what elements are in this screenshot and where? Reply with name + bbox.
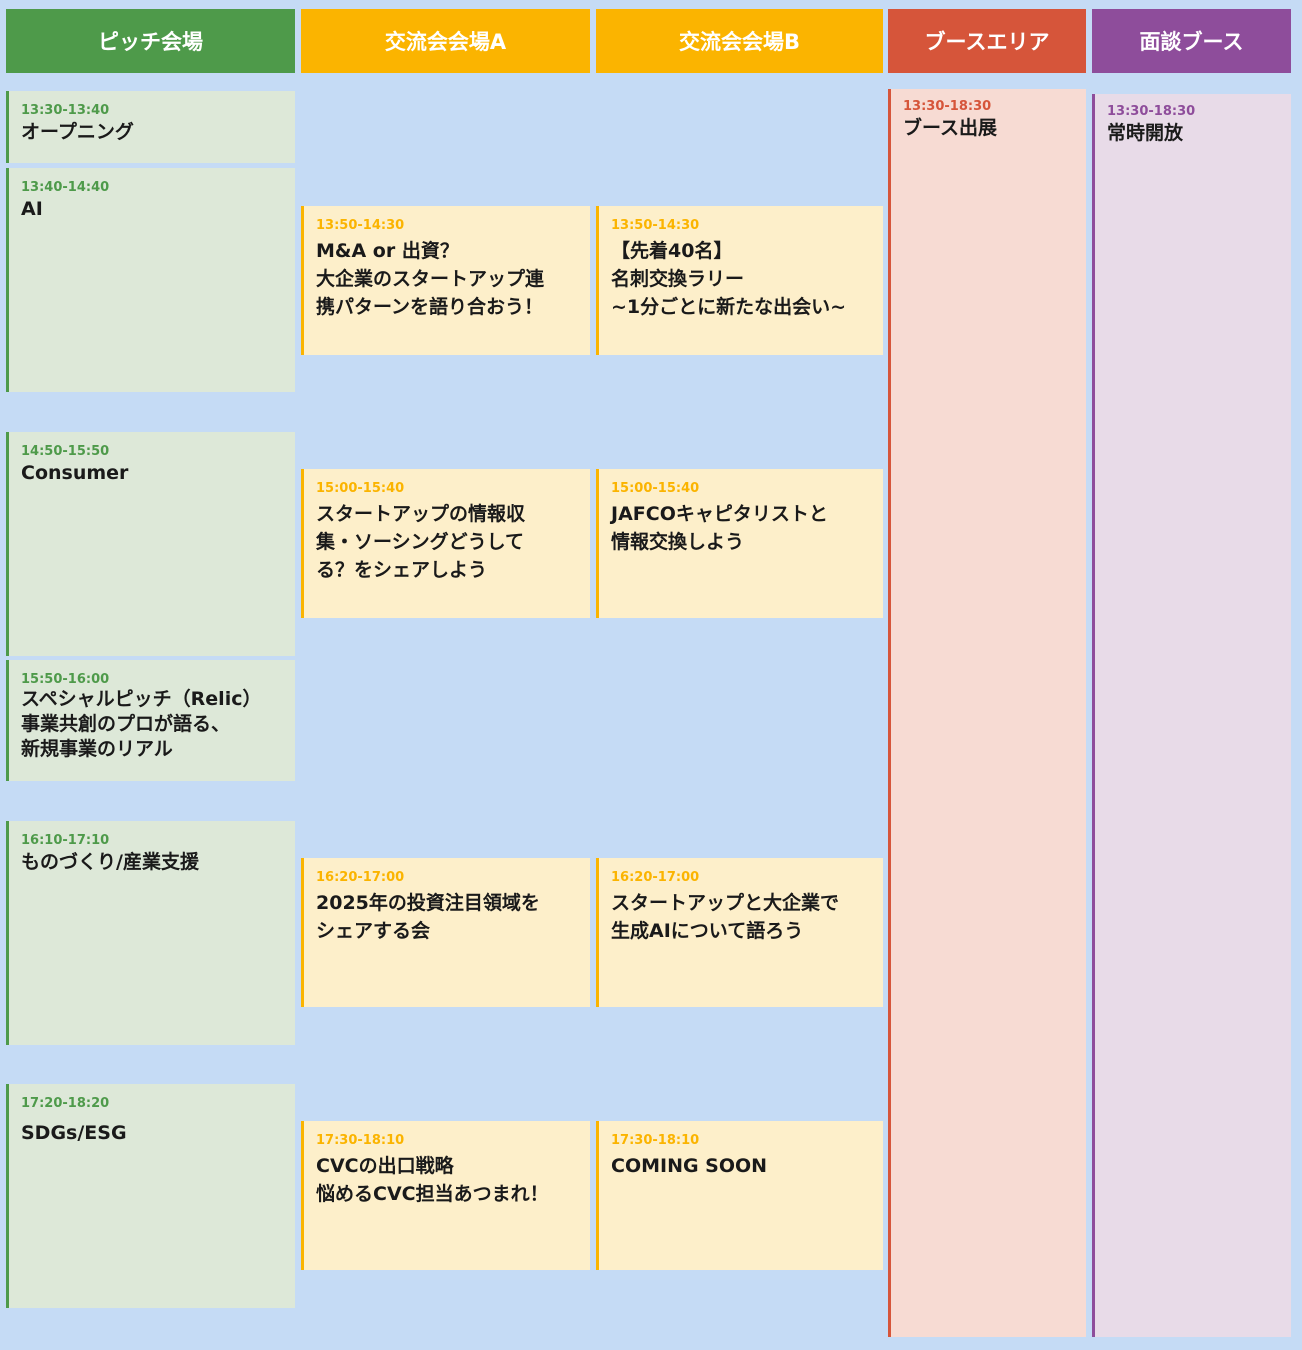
interview-session-card: 13:30-18:30 常時開放 (1092, 94, 1291, 1337)
session-title: スペシャルピッチ（Relic） 事業共創のプロが語る、 新規事業のリアル (21, 688, 262, 760)
session-time: 13:30-13:40 (21, 103, 110, 118)
session-time: 16:20-17:00 (316, 870, 405, 885)
exchange-a-session-card: 17:30-18:10 CVCの出口戦略 悩めるCVC担当あつまれ！ (301, 1121, 590, 1270)
session-title: オープニング (21, 121, 134, 143)
exchange-a-session-card: 16:20-17:00 2025年の投資注目領域を シェアする会 (301, 858, 590, 1007)
exchange-b-session-card: 15:00-15:40 JAFCOキャピタリストと 情報交換しよう (596, 469, 883, 618)
header-booth-area: ブースエリア (888, 9, 1086, 73)
exchange-b-session-card: 13:50-14:30 【先着40名】 名刺交換ラリー ~1分ごとに新たな出会い… (596, 206, 883, 355)
session-title: JAFCOキャピタリストと 情報交換しよう (611, 503, 828, 553)
pitch-session-card: 14:50-15:50 Consumer (6, 432, 295, 656)
session-time: 15:00-15:40 (316, 481, 405, 496)
pitch-session-card: 17:20-18:20 SDGs/ESG (6, 1084, 295, 1308)
session-time: 13:30-18:30 (903, 99, 992, 114)
session-title: 常時開放 (1107, 122, 1184, 144)
session-time: 17:30-18:10 (316, 1133, 405, 1148)
session-title: M&A or 出資？ 大企業のスタートアップ連 携パターンを語り合おう！ (316, 240, 545, 318)
exchange-b-session-card: 17:30-18:10 COMING SOON (596, 1121, 883, 1270)
session-title: Consumer (21, 462, 129, 484)
session-title: COMING SOON (611, 1155, 768, 1177)
pitch-session-card: 16:10-17:10 ものづくり/産業支援 (6, 821, 295, 1045)
session-title: スタートアップの情報収 集・ソーシングどうして る？をシェアしよう (316, 503, 526, 581)
exchange-a-session-card: 15:00-15:40 スタートアップの情報収 集・ソーシングどうして る？をシ… (301, 469, 590, 618)
session-time: 16:10-17:10 (21, 833, 110, 848)
session-time: 13:30-18:30 (1107, 104, 1196, 119)
session-time: 13:40-14:40 (21, 180, 110, 195)
header-interview-booth: 面談ブース (1092, 9, 1291, 73)
pitch-session-card: 13:30-13:40 オープニング (6, 91, 295, 163)
session-time: 13:50-14:30 (316, 218, 405, 233)
session-title: 【先着40名】 名刺交換ラリー ~1分ごとに新たな出会い~ (611, 240, 847, 318)
session-title: AI (21, 198, 43, 220)
session-title: ものづくり/産業支援 (21, 851, 199, 873)
exchange-a-session-card: 13:50-14:30 M&A or 出資？ 大企業のスタートアップ連 携パター… (301, 206, 590, 355)
session-time: 15:00-15:40 (611, 481, 700, 496)
pitch-session-card: 13:40-14:40 AI (6, 168, 295, 392)
session-time: 17:20-18:20 (21, 1096, 110, 1111)
session-title: CVCの出口戦略 悩めるCVC担当あつまれ！ (316, 1155, 549, 1205)
session-time: 17:30-18:10 (611, 1133, 700, 1148)
session-time: 13:50-14:30 (611, 218, 700, 233)
session-time: 14:50-15:50 (21, 444, 110, 459)
session-title: 2025年の投資注目領域を シェアする会 (316, 892, 540, 942)
session-title: スタートアップと大企業で 生成AIについて語ろう (611, 892, 840, 942)
pitch-session-card: 15:50-16:00 スペシャルピッチ（Relic） 事業共創のプロが語る、 … (6, 660, 295, 781)
header-exchange-b: 交流会会場B (596, 9, 883, 73)
session-time: 15:50-16:00 (21, 672, 110, 687)
booth-session-card: 13:30-18:30 ブース出展 (888, 89, 1086, 1337)
exchange-b-session-card: 16:20-17:00 スタートアップと大企業で 生成AIについて語ろう (596, 858, 883, 1007)
header-exchange-a: 交流会会場A (301, 9, 590, 73)
session-title: SDGs/ESG (21, 1122, 127, 1144)
header-pitch-venue: ピッチ会場 (6, 9, 295, 73)
session-title: ブース出展 (903, 117, 998, 139)
session-time: 16:20-17:00 (611, 870, 700, 885)
